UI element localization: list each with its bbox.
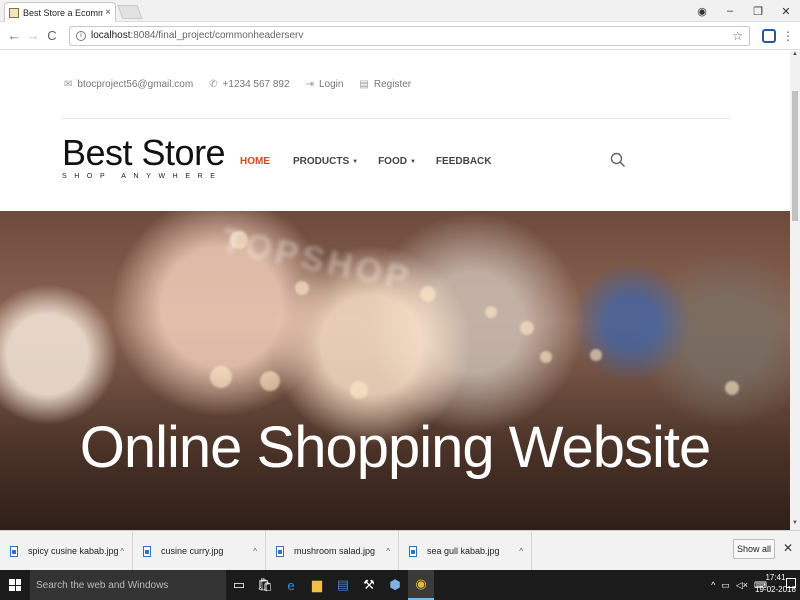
file-explorer-icon[interactable]: ▆ xyxy=(304,570,330,600)
header-divider xyxy=(62,118,730,119)
phone-contact: ✆ +1234 567 892 xyxy=(209,79,289,90)
downloads-bar: spicy cusine kabab.jpg ^ cusine curry.jp… xyxy=(0,530,800,571)
download-filename: cusine curry.jpg xyxy=(161,546,224,556)
taskbar-search-box[interactable]: Search the web and Windows xyxy=(30,570,226,600)
windows-logo-icon xyxy=(9,579,21,591)
new-tab-button[interactable] xyxy=(117,5,143,19)
email-contact[interactable]: ✉ btocproject56@gmail.com xyxy=(64,79,193,90)
browser-menu-icon[interactable]: ⋮ xyxy=(782,29,794,43)
envelope-icon: ✉ xyxy=(64,79,73,90)
download-filename: sea gull kabab.jpg xyxy=(427,546,500,556)
chevron-down-icon: ▼ xyxy=(352,158,359,165)
address-bar[interactable]: i localhost:8084/final_project/commonhea… xyxy=(69,25,750,46)
browser-titlebar: Best Store a Ecommerce × ◉ – ❐ ✕ xyxy=(0,0,800,22)
close-downloads-icon[interactable]: ✕ xyxy=(783,541,793,555)
phone-icon: ✆ xyxy=(209,79,218,90)
forward-button[interactable]: → xyxy=(25,28,41,43)
nav-feedback[interactable]: FEEDBACK xyxy=(436,156,495,167)
volume-muted-icon[interactable]: ◁× xyxy=(736,580,748,591)
url-host: localhost xyxy=(91,30,131,41)
download-item[interactable]: sea gull kabab.jpg ^ xyxy=(399,531,532,571)
window-controls: ◉ – ❐ ✕ xyxy=(688,0,800,22)
register-link[interactable]: ▤ Register xyxy=(359,79,411,90)
site-info-icon[interactable]: i xyxy=(76,30,86,41)
hero-headline: Online Shopping Website xyxy=(79,415,711,480)
close-window-button[interactable]: ✕ xyxy=(772,5,800,18)
scroll-up-icon[interactable]: ▲ xyxy=(790,51,800,61)
hero-banner: TOPSHOP Online Shopping Website xyxy=(0,211,790,530)
download-item[interactable]: cusine curry.jpg ^ xyxy=(133,531,266,571)
tools-app-icon[interactable]: ⚒ xyxy=(356,570,382,600)
chevron-up-icon[interactable]: ^ xyxy=(386,547,390,556)
image-file-icon xyxy=(143,545,151,557)
brand-name: Best Store xyxy=(62,132,226,173)
edge-browser-icon[interactable]: e xyxy=(278,570,304,600)
chevron-up-icon[interactable]: ^ xyxy=(120,547,124,556)
brand-tagline: SHOP ANYWHERE xyxy=(62,173,223,180)
brand-logo[interactable]: Best Store SHOP ANYWHERE xyxy=(62,132,226,181)
profile-icon[interactable]: ◉ xyxy=(688,5,716,18)
chevron-up-icon[interactable]: ^ xyxy=(253,547,257,556)
register-label: Register xyxy=(373,79,412,90)
chevron-up-icon[interactable]: ^ xyxy=(519,547,523,556)
back-button[interactable]: ← xyxy=(6,28,22,43)
extension-shield-icon[interactable] xyxy=(762,28,776,43)
top-contact-bar: ✉ btocproject56@gmail.com ✆ +1234 567 89… xyxy=(64,79,427,90)
url-path: :8084/final_project/commonheaderserv xyxy=(130,30,304,41)
store-icon[interactable]: 🛍 xyxy=(252,570,278,600)
login-link[interactable]: ⇥ Login xyxy=(306,79,344,90)
image-file-icon xyxy=(276,545,284,557)
phone-text: +1234 567 892 xyxy=(222,79,290,90)
scroll-down-icon[interactable]: ▼ xyxy=(790,520,800,530)
maximize-button[interactable]: ❐ xyxy=(744,5,772,18)
bookmark-star-icon[interactable]: ☆ xyxy=(732,29,743,43)
chrome-browser-icon[interactable]: ◉ xyxy=(408,570,434,600)
tab-title: Best Store a Ecommerce xyxy=(23,7,104,18)
image-file-icon xyxy=(409,545,417,557)
task-view-icon[interactable]: ▭ xyxy=(226,570,252,600)
nav-food[interactable]: FOOD ▼ xyxy=(378,156,416,167)
chevron-down-icon: ▼ xyxy=(409,158,416,165)
hero-storefront-sign: TOPSHOP xyxy=(218,221,416,299)
browser-toolbar: ← → C i localhost:8084/final_project/com… xyxy=(0,22,800,50)
windows-taskbar: Search the web and Windows ▭ 🛍 e ▆ ▤ ⚒ ⬢… xyxy=(0,570,800,600)
web-page: ✉ btocproject56@gmail.com ✆ +1234 567 89… xyxy=(0,51,790,530)
notifications-icon[interactable] xyxy=(786,578,796,588)
scroll-thumb[interactable] xyxy=(792,91,798,221)
download-filename: spicy cusine kabab.jpg xyxy=(28,546,119,556)
battery-icon[interactable]: ▭ xyxy=(721,580,730,591)
page-scrollbar[interactable]: ▲ ▼ xyxy=(790,51,800,530)
start-button[interactable] xyxy=(0,570,30,600)
download-filename: mushroom salad.jpg xyxy=(294,546,376,556)
word-app-icon[interactable]: ▤ xyxy=(330,570,356,600)
register-icon: ▤ xyxy=(359,79,369,90)
nav-products[interactable]: PRODUCTS ▼ xyxy=(293,156,358,167)
search-icon[interactable] xyxy=(610,152,626,168)
browser-tab[interactable]: Best Store a Ecommerce × xyxy=(4,2,116,22)
email-text: btocproject56@gmail.com xyxy=(77,79,194,90)
page-favicon-icon xyxy=(9,7,19,18)
minimize-button[interactable]: – xyxy=(716,5,744,17)
virtualbox-icon[interactable]: ⬢ xyxy=(382,570,408,600)
download-item[interactable]: spicy cusine kabab.jpg ^ xyxy=(0,531,133,571)
download-item[interactable]: mushroom salad.jpg ^ xyxy=(266,531,399,571)
tab-close-icon[interactable]: × xyxy=(105,7,111,18)
tray-expand-icon[interactable]: ^ xyxy=(711,580,715,590)
main-navigation: HOME PRODUCTS ▼ FOOD ▼ FEEDBACK xyxy=(240,156,514,167)
image-file-icon xyxy=(10,545,18,557)
login-icon: ⇥ xyxy=(305,79,314,90)
show-all-downloads-button[interactable]: Show all xyxy=(733,539,775,559)
reload-button[interactable]: C xyxy=(44,28,60,43)
nav-home[interactable]: HOME xyxy=(240,156,273,167)
login-label: Login xyxy=(318,79,344,90)
